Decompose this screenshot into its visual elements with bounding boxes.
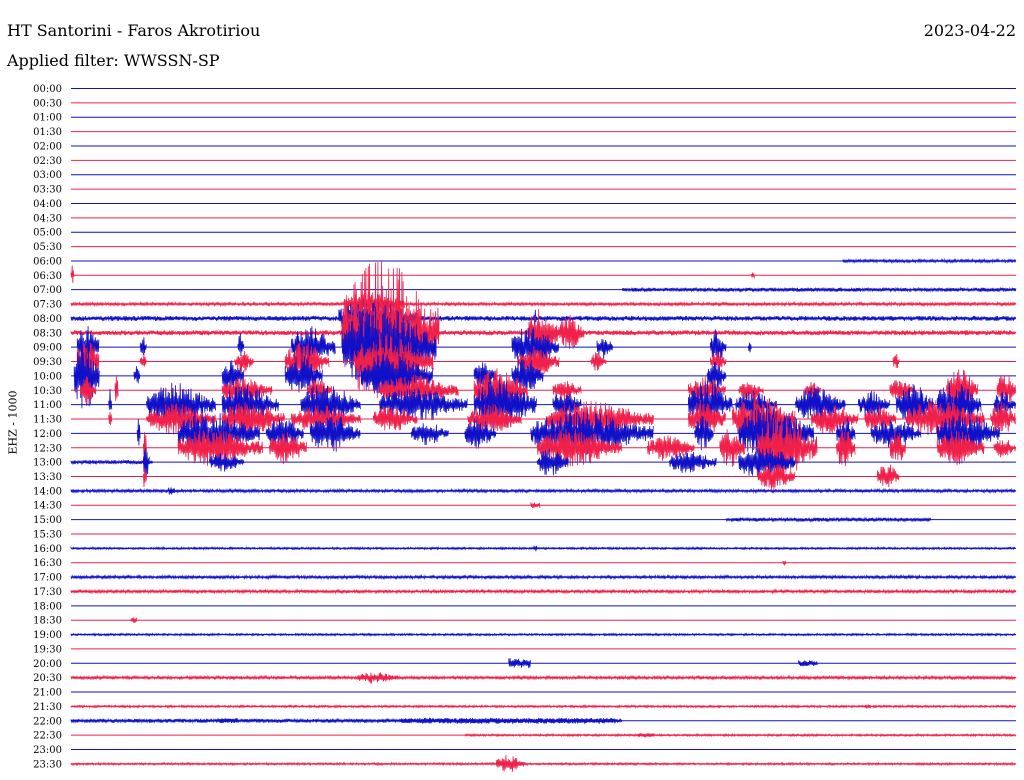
row-time-label: 10:30 <box>33 386 62 397</box>
seismic-burst <box>842 257 1016 264</box>
row-time-label: 14:00 <box>33 486 62 497</box>
row-time-label: 05:30 <box>33 242 62 253</box>
row-time-label: 15:30 <box>33 529 62 540</box>
seismic-burst <box>669 451 717 474</box>
row-time-label: 23:00 <box>33 745 62 756</box>
row-time-label: 17:00 <box>33 573 62 584</box>
seismic-burst <box>70 704 1016 709</box>
row-time-label: 04:30 <box>33 213 62 224</box>
seismic-burst <box>70 546 1016 551</box>
seismic-burst <box>70 487 1016 494</box>
seismic-burst <box>993 440 1016 458</box>
seismic-burst <box>306 379 333 401</box>
row-time-label: 11:30 <box>33 415 62 426</box>
seismic-burst <box>495 755 525 772</box>
row-time-label: 03:00 <box>33 170 62 181</box>
row-time-label: 08:30 <box>33 328 62 339</box>
row-time-label: 16:00 <box>33 544 62 555</box>
row-time-label: 04:00 <box>33 199 62 210</box>
seismic-burst <box>782 560 787 566</box>
row-time-label: 15:00 <box>33 515 62 526</box>
seismic-burst <box>237 333 245 357</box>
row-time-label: 13:00 <box>33 458 62 469</box>
row-time-label: 02:30 <box>33 156 62 167</box>
row-time-label: 20:30 <box>33 673 62 684</box>
seismic-burst <box>70 674 1016 681</box>
row-time-label: 01:30 <box>33 127 62 138</box>
seismic-burst <box>114 376 119 401</box>
row-time-label: 19:00 <box>33 630 62 641</box>
row-time-label: 06:00 <box>33 256 62 267</box>
row-time-label: 23:30 <box>33 759 62 770</box>
row-time-label: 14:30 <box>33 501 62 512</box>
row-time-label: 11:00 <box>33 400 62 411</box>
row-time-label: 08:00 <box>33 314 62 325</box>
row-time-label: 20:00 <box>33 659 62 670</box>
seismic-burst <box>168 487 175 495</box>
row-time-label: 13:30 <box>33 472 62 483</box>
row-time-label: 22:30 <box>33 731 62 742</box>
seismic-burst <box>70 459 153 466</box>
seismic-burst <box>637 732 654 738</box>
row-time-label: 12:00 <box>33 429 62 440</box>
seismic-burst <box>530 502 541 509</box>
seismic-burst <box>70 632 1016 637</box>
row-time-label: 06:30 <box>33 271 62 282</box>
row-time-label: 16:30 <box>33 558 62 569</box>
row-time-label: 00:00 <box>33 84 62 95</box>
seismic-burst <box>810 405 859 434</box>
row-time-label: 19:30 <box>33 644 62 655</box>
row-time-label: 21:00 <box>33 688 62 699</box>
row-time-label: 00:30 <box>33 98 62 109</box>
seismic-burst <box>864 703 872 709</box>
row-time-label: 22:00 <box>33 716 62 727</box>
seismic-burst <box>70 574 1016 581</box>
row-time-label: 05:00 <box>33 228 62 239</box>
row-time-label: 03:30 <box>33 185 62 196</box>
row-time-label: 10:00 <box>33 371 62 382</box>
seismic-burst <box>725 516 932 523</box>
seismic-burst <box>747 342 752 353</box>
helicorder-traces <box>70 88 1017 772</box>
seismic-burst <box>133 366 141 384</box>
row-time-label: 09:00 <box>33 343 62 354</box>
seismic-burst <box>70 301 1016 308</box>
seismic-burst <box>70 588 1016 595</box>
row-time-label: 21:30 <box>33 702 62 713</box>
seismic-burst <box>130 617 138 624</box>
seismic-burst <box>357 672 399 684</box>
seismic-burst <box>108 411 113 426</box>
row-time-label: 12:30 <box>33 443 62 454</box>
channel-axis-label: EHZ - 1000 <box>6 390 20 455</box>
row-time-label: 18:00 <box>33 601 62 612</box>
seismic-burst <box>108 388 113 410</box>
seismic-burst <box>70 315 1016 322</box>
seismic-burst <box>533 545 538 552</box>
seismic-burst <box>621 286 1017 293</box>
seismic-burst <box>877 464 900 488</box>
seismic-burst <box>892 353 900 369</box>
row-time-label: 07:30 <box>33 300 62 311</box>
seismic-burst <box>136 418 141 446</box>
row-time-label: 07:00 <box>33 285 62 296</box>
row-time-label: 02:00 <box>33 141 62 152</box>
row-time-label: 17:30 <box>33 587 62 598</box>
row-time-labels: 00:00 00:30 01:00 01:30 02:00 02:30 03:00 03:30… <box>33 84 62 770</box>
row-time-label: 18:30 <box>33 616 62 627</box>
seismogram-plot: 00:00 00:30 01:00 01:30 02:00 02:30 03:00 03:30… <box>33 84 1017 772</box>
seismic-burst <box>139 353 147 367</box>
seismic-burst <box>70 265 75 283</box>
seismic-burst <box>751 272 755 279</box>
seismic-burst <box>401 717 616 724</box>
row-time-label: 09:30 <box>33 357 62 368</box>
seismic-burst <box>508 658 531 669</box>
seismic-burst <box>139 337 147 356</box>
seismic-burst <box>464 732 1016 738</box>
seismic-burst <box>70 761 1016 767</box>
seismic-burst <box>410 423 449 446</box>
row-time-label: 01:00 <box>33 113 62 124</box>
seismic-burst <box>798 660 818 667</box>
